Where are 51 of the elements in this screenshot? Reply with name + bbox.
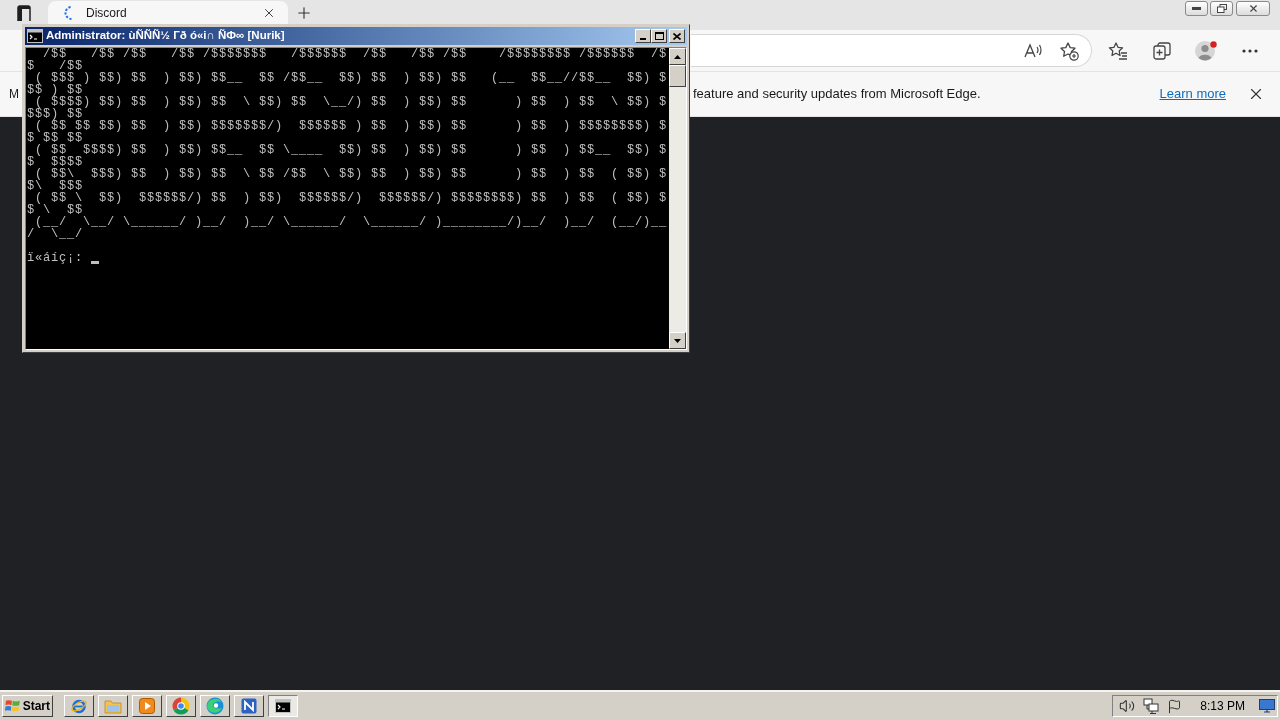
console-icon <box>27 29 43 43</box>
restore-button[interactable] <box>1210 1 1233 16</box>
segmented-circle-icon <box>172 697 190 715</box>
network-icon <box>1143 698 1160 714</box>
maximize-button[interactable] <box>651 29 667 43</box>
zigzag-app-icon <box>241 698 257 714</box>
globe-orbit-icon <box>70 697 88 715</box>
browser-tab[interactable]: Discord <box>48 1 288 24</box>
add-favorite-icon <box>1059 40 1079 61</box>
minimize-icon <box>1192 7 1201 10</box>
loading-spinner-icon <box>64 5 72 20</box>
start-button[interactable]: Start <box>2 695 53 717</box>
close-icon <box>1247 3 1259 14</box>
window-title: Administrator: ùÑÑÑ½ Гð ó«i∩ ÑФ∞ [Nurik] <box>46 28 285 44</box>
more-icon <box>1242 48 1258 53</box>
terminal-icon <box>275 699 291 713</box>
play-icon <box>139 698 155 714</box>
tab-actions-icon <box>16 5 32 21</box>
scroll-down-button[interactable] <box>669 332 686 349</box>
maximize-icon <box>654 32 664 40</box>
console-prompt: ï«áíç¡: <box>27 252 83 264</box>
close-window-button[interactable] <box>1236 1 1270 16</box>
plus-icon <box>295 4 313 22</box>
address-field[interactable] <box>691 34 1092 67</box>
flag-icon[interactable] <box>1167 698 1183 714</box>
speaker-icon[interactable] <box>1119 698 1136 714</box>
minimize-button[interactable] <box>1185 1 1208 16</box>
folder-icon <box>104 698 122 714</box>
text-cursor <box>91 261 99 264</box>
restore-icon <box>1216 4 1227 13</box>
clock: 8:13 PM <box>1200 698 1245 715</box>
favorites-icon <box>1108 40 1128 61</box>
ascii-art-text: /$$ /$$ /$$ /$$ /$$$$$$$ /$$$$$$ /$$ /$$ /$$ /$$$$$$$$ /$$$$$$ /$ $ /$$ ( $$$ ) $$) $$ ) $$) $$__ $$ /$$__ $$) $$ ) $$) $$ (__ $$__//$$__ $$) $ $$ ) $$ ( $$$$) $$) $$ ) $$) $$ \ $$) $$ \__/) $$ ) $$) $$ ) $$ ) $$ \ $$) $ $$$) $$ ( $$ $$ $$) $$ ) $$) $$$$$$$/) $$$$$$ ) $$ ) $$) $$ ) $$ ) $$$$$$$$) $ $ $$ $$ ( $$ $$$$) $$ ) $$) $$__ $$ \____ $$) $$ ) $$) $$ ) $$ ) $$__ $$) $ $ $$$$ ( $$\ $$$) $$ ) $$) $$ \ $$ /$$ \ $$) $$ ) $$) $$ ) $$ ) $$ ( $$) $ $\ $$$ ( $$ \ $$) $$$$$$/) $$ ) $$) $$$$$$/) $$$$$$/) $$$$$$$$) $$ ) $$ ( $$) $ $ \ $$ (__/ \__/ \______/ )__/ )__/ \______/ \______/ )________/)__/ )__/ (__/)__ / \__/ <box>27 48 668 240</box>
collections-icon <box>1152 40 1172 61</box>
taskbar-app-button[interactable] <box>268 695 298 717</box>
learn-more-link[interactable]: Learn more <box>1159 84 1226 104</box>
start-logo-icon <box>5 698 21 714</box>
scroll-up-button[interactable] <box>669 48 686 65</box>
close-icon <box>673 32 681 40</box>
minimize-icon <box>640 38 646 40</box>
read-aloud-icon <box>1023 41 1043 60</box>
tab-title: Discord <box>86 4 127 22</box>
info-message-start: M <box>9 86 19 103</box>
profile-avatar-icon <box>1194 38 1218 63</box>
close-button[interactable] <box>669 29 685 43</box>
info-message: feature and security updates from Microsoft Edge. <box>693 85 981 104</box>
down-arrow-icon <box>674 338 681 343</box>
swirl-icon <box>206 697 224 715</box>
up-arrow-icon <box>674 54 681 59</box>
scroll-thumb[interactable] <box>669 65 686 87</box>
show-desktop-icon[interactable] <box>1259 699 1275 713</box>
